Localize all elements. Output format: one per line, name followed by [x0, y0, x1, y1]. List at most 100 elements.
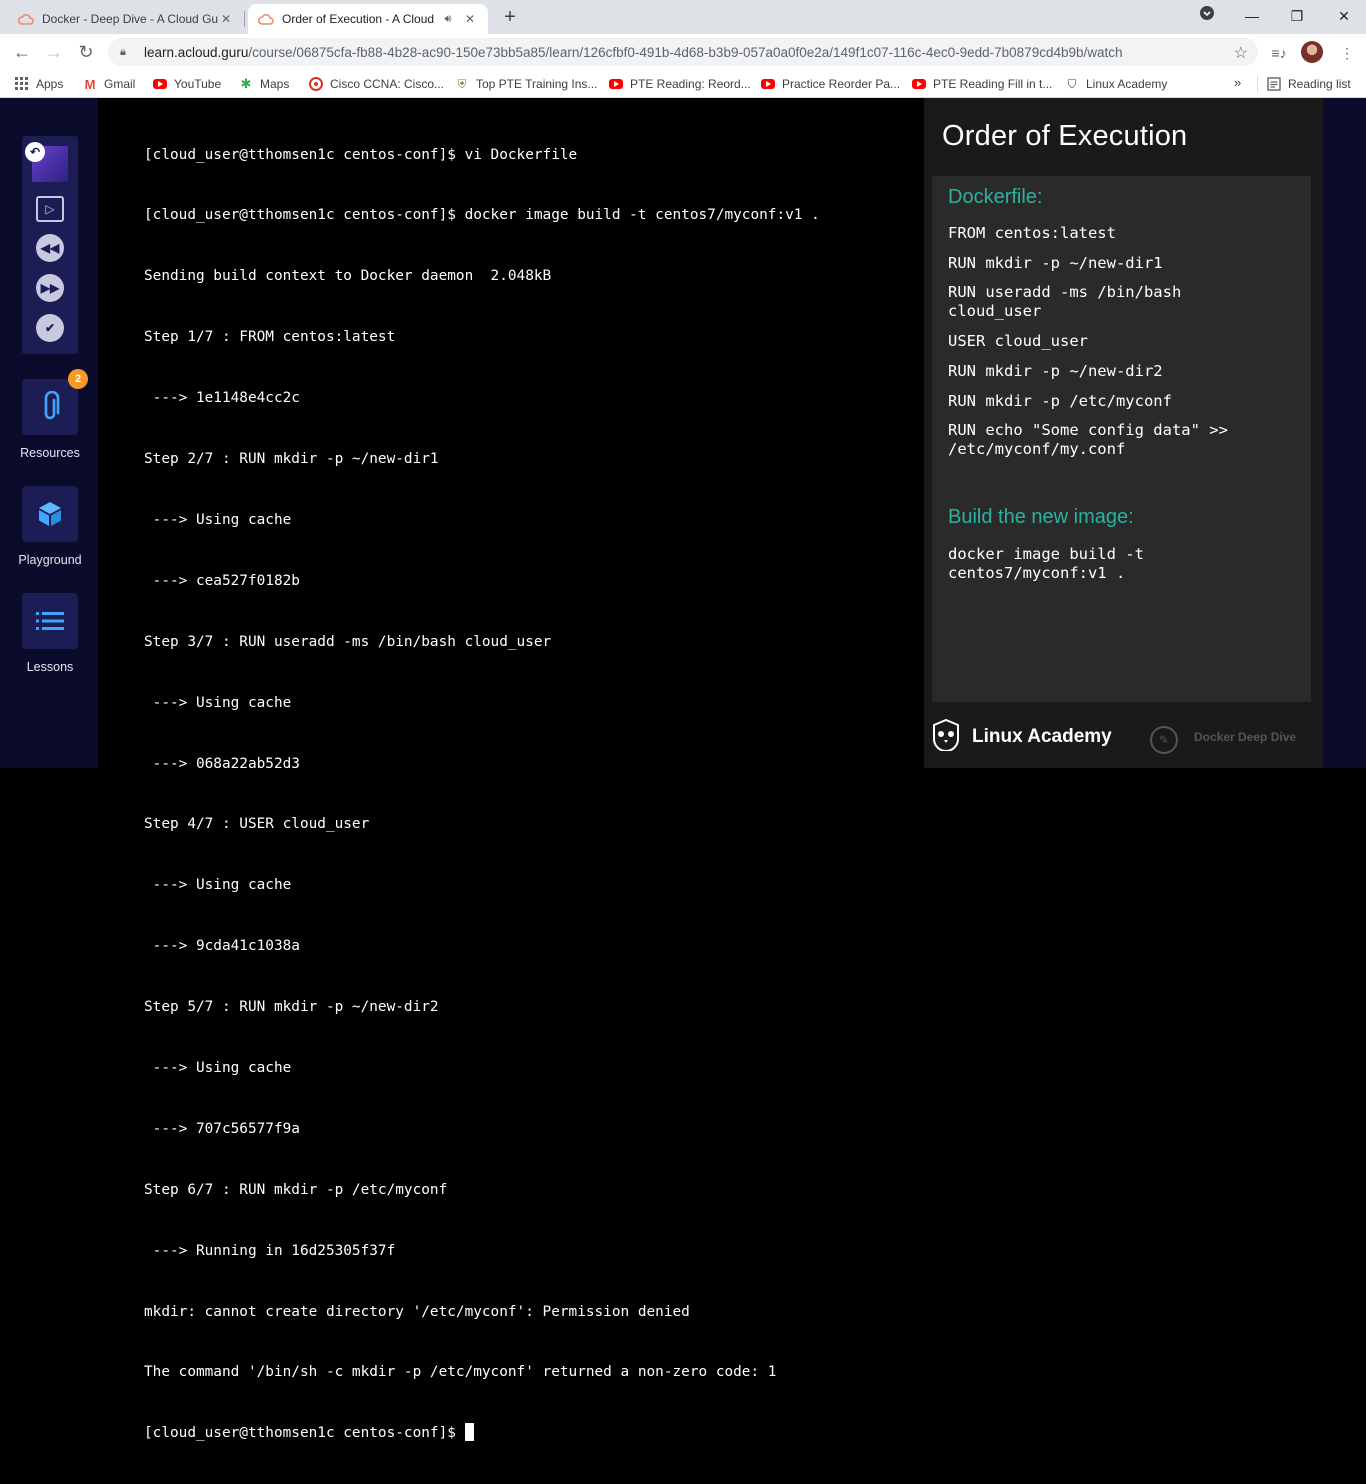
- bookmark-label: Maps: [260, 77, 290, 91]
- playground-button[interactable]: [22, 486, 78, 542]
- terminal-line: The command '/bin/sh -c mkdir -p /etc/my…: [144, 1364, 777, 1381]
- bookmark-practice-reorder[interactable]: Practice Reorder Pa...: [760, 75, 900, 93]
- terminal-line: ---> Running in 16d25305f37f: [144, 1242, 396, 1259]
- linux-academy-brand: Linux Academy: [972, 726, 1112, 747]
- close-icon[interactable]: ✕: [462, 11, 478, 27]
- bookmark-label: PTE Reading: Reord...: [630, 77, 751, 91]
- bookmark-gmail[interactable]: M Gmail: [82, 75, 136, 93]
- resources-count-badge: 2: [68, 369, 88, 389]
- course-player-page: ↶ ▷ ◀◀ ▶▶ ✔ 2 Resources Playground Lesso…: [0, 98, 1366, 1442]
- bookmark-star-icon[interactable]: ☆: [1234, 43, 1248, 63]
- course-watermark: Docker Deep Dive: [1194, 730, 1297, 744]
- shield-icon: ⛨: [457, 76, 467, 91]
- playground-label: Playground: [18, 553, 82, 567]
- bookmark-label: PTE Reading Fill in t...: [933, 77, 1053, 91]
- slide-panel: Order of Execution Dockerfile: FROM cent…: [924, 98, 1323, 768]
- terminal-line: Step 2/7 : RUN mkdir -p ~/new-dir1: [144, 451, 439, 468]
- terminal-prompt: [cloud_user@tthomsen1c centos-conf]$: [144, 1425, 465, 1442]
- browser-toolbar: ← → ↻ 🔒︎ learn.acloud.guru /course/06875…: [0, 34, 1366, 70]
- bookmark-label: YouTube: [174, 77, 222, 91]
- player-controls: ↶ ▷ ◀◀ ▶▶ ✔: [22, 136, 78, 354]
- minimize-icon[interactable]: —: [1240, 4, 1264, 28]
- reading-list-label: Reading list: [1288, 77, 1351, 91]
- terminal-line: [cloud_user@tthomsen1c centos-conf]$ doc…: [144, 207, 820, 224]
- reading-list-button[interactable]: Reading list: [1266, 75, 1351, 93]
- bookmark-top-pte[interactable]: ⛨ Top PTE Training Ins...: [454, 75, 597, 93]
- fast-forward-icon[interactable]: ▶▶: [36, 274, 64, 302]
- tab-order-of-execution[interactable]: Order of Execution - A Cloud 🔊︎ ✕: [248, 4, 488, 34]
- lesson-video[interactable]: [cloud_user@tthomsen1c centos-conf]$ vi …: [144, 98, 1323, 1442]
- bookmark-label: Practice Reorder Pa...: [782, 77, 901, 91]
- bookmark-linux-academy[interactable]: ⛉ Linux Academy: [1064, 75, 1167, 93]
- youtube-icon: [608, 76, 624, 92]
- bookmark-cisco-ccna[interactable]: Cisco CCNA: Cisco...: [308, 75, 444, 93]
- dockerfile-line: RUN mkdir -p /etc/myconf: [948, 392, 1172, 410]
- terminal-line: ---> 1e1148e4cc2c: [144, 390, 300, 407]
- tab-title: Docker - Deep Dive - A Cloud Gu: [42, 12, 218, 26]
- resources-label: Resources: [20, 446, 80, 460]
- bookmark-label: Gmail: [104, 77, 136, 91]
- terminal-line: Step 5/7 : RUN mkdir -p ~/new-dir2: [144, 999, 439, 1016]
- bookmark-pte-fill[interactable]: PTE Reading Fill in t...: [911, 75, 1052, 93]
- media-control-icon[interactable]: ≡♪: [1268, 42, 1290, 64]
- youtube-icon: [152, 76, 168, 92]
- checkmark-icon[interactable]: ✔: [36, 314, 64, 342]
- dockerfile-line: RUN useradd -ms /bin/bash cloud_user: [948, 283, 1182, 320]
- terminal-output: [cloud_user@tthomsen1c centos-conf]$ vi …: [144, 104, 924, 1484]
- paperclip-icon: [44, 391, 60, 420]
- lessons-label: Lessons: [26, 660, 74, 674]
- dockerfile-line: FROM centos:latest: [948, 224, 1116, 242]
- apps-grid-icon: [14, 76, 30, 92]
- cisco-icon: [308, 76, 324, 92]
- close-icon[interactable]: ✕: [218, 11, 234, 27]
- bookmark-maps[interactable]: ✱ Maps: [238, 75, 290, 93]
- toggle-panel-icon[interactable]: ▷: [36, 196, 64, 222]
- terminal-line: Step 6/7 : RUN mkdir -p /etc/myconf: [144, 1181, 448, 1198]
- course-sidebar: ↶ ▷ ◀◀ ▶▶ ✔ 2 Resources Playground Lesso…: [0, 98, 98, 768]
- speaker-icon[interactable]: 🔊︎: [440, 13, 456, 26]
- bookmarks-bar: Apps M Gmail YouTube ✱ Maps Cisco CCNA: …: [0, 70, 1366, 98]
- terminal-cursor: [464, 1423, 474, 1442]
- bookmark-label: Top PTE Training Ins...: [476, 77, 598, 91]
- back-arrow-icon[interactable]: ←: [10, 40, 34, 64]
- reload-icon[interactable]: ↻: [74, 40, 98, 64]
- terminal-line: ---> Using cache: [144, 1059, 292, 1076]
- restore-icon[interactable]: ❐: [1285, 4, 1309, 28]
- menu-icon[interactable]: ⋮: [1336, 42, 1358, 64]
- tab-strip: Docker - Deep Dive - A Cloud Gu ✕ Order …: [0, 0, 1366, 34]
- resources-button[interactable]: [22, 379, 78, 435]
- reading-list-icon: [1266, 76, 1282, 92]
- terminal-line: ---> Using cache: [144, 877, 292, 894]
- close-window-icon[interactable]: ✕: [1332, 4, 1356, 28]
- terminal-line: ---> Using cache: [144, 511, 292, 528]
- youtube-icon: [760, 76, 776, 92]
- youtube-icon: [911, 76, 927, 92]
- bookmark-label: Apps: [36, 77, 64, 91]
- right-margin: [1323, 98, 1366, 768]
- cloud-guru-icon: [18, 11, 34, 27]
- bookmark-apps[interactable]: Apps: [14, 75, 63, 93]
- tab-search-icon[interactable]: [1195, 4, 1219, 28]
- rewind-icon[interactable]: ◀◀: [36, 234, 64, 262]
- build-command: docker image build -t centos7/myconf:v1 …: [948, 545, 1144, 582]
- address-bar[interactable]: 🔒︎ learn.acloud.guru /course/06875cfa-fb…: [108, 38, 1258, 66]
- bookmark-pte-reorder[interactable]: PTE Reading: Reord...: [608, 75, 751, 93]
- dockerfile-line: RUN mkdir -p ~/new-dir1: [948, 254, 1163, 272]
- forward-arrow-icon[interactable]: →: [42, 40, 66, 64]
- more-bookmarks-icon[interactable]: »: [1234, 75, 1241, 90]
- build-heading: Build the new image:: [948, 506, 1134, 528]
- terminal-line: Step 3/7 : RUN useradd -ms /bin/bash clo…: [144, 633, 552, 650]
- terminal-prompt-line: [cloud_user@tthomsen1c centos-conf]$: [144, 1423, 924, 1443]
- back-arrow-icon[interactable]: ↶: [25, 142, 45, 162]
- lessons-button[interactable]: [22, 593, 78, 649]
- bookmark-youtube[interactable]: YouTube: [152, 75, 221, 93]
- terminal-line: [cloud_user@tthomsen1c centos-conf]$ vi …: [144, 146, 578, 163]
- profile-avatar[interactable]: [1301, 41, 1323, 63]
- tab-separator: [244, 11, 245, 27]
- new-tab-button[interactable]: +: [498, 6, 522, 30]
- linux-academy-owl-icon: [930, 718, 962, 752]
- gmail-icon: M: [84, 76, 96, 92]
- tab-docker-deep-dive[interactable]: Docker - Deep Dive - A Cloud Gu ✕: [8, 4, 244, 34]
- terminal-line: Step 1/7 : FROM centos:latest: [144, 329, 396, 346]
- bookmark-label: Cisco CCNA: Cisco...: [330, 77, 445, 91]
